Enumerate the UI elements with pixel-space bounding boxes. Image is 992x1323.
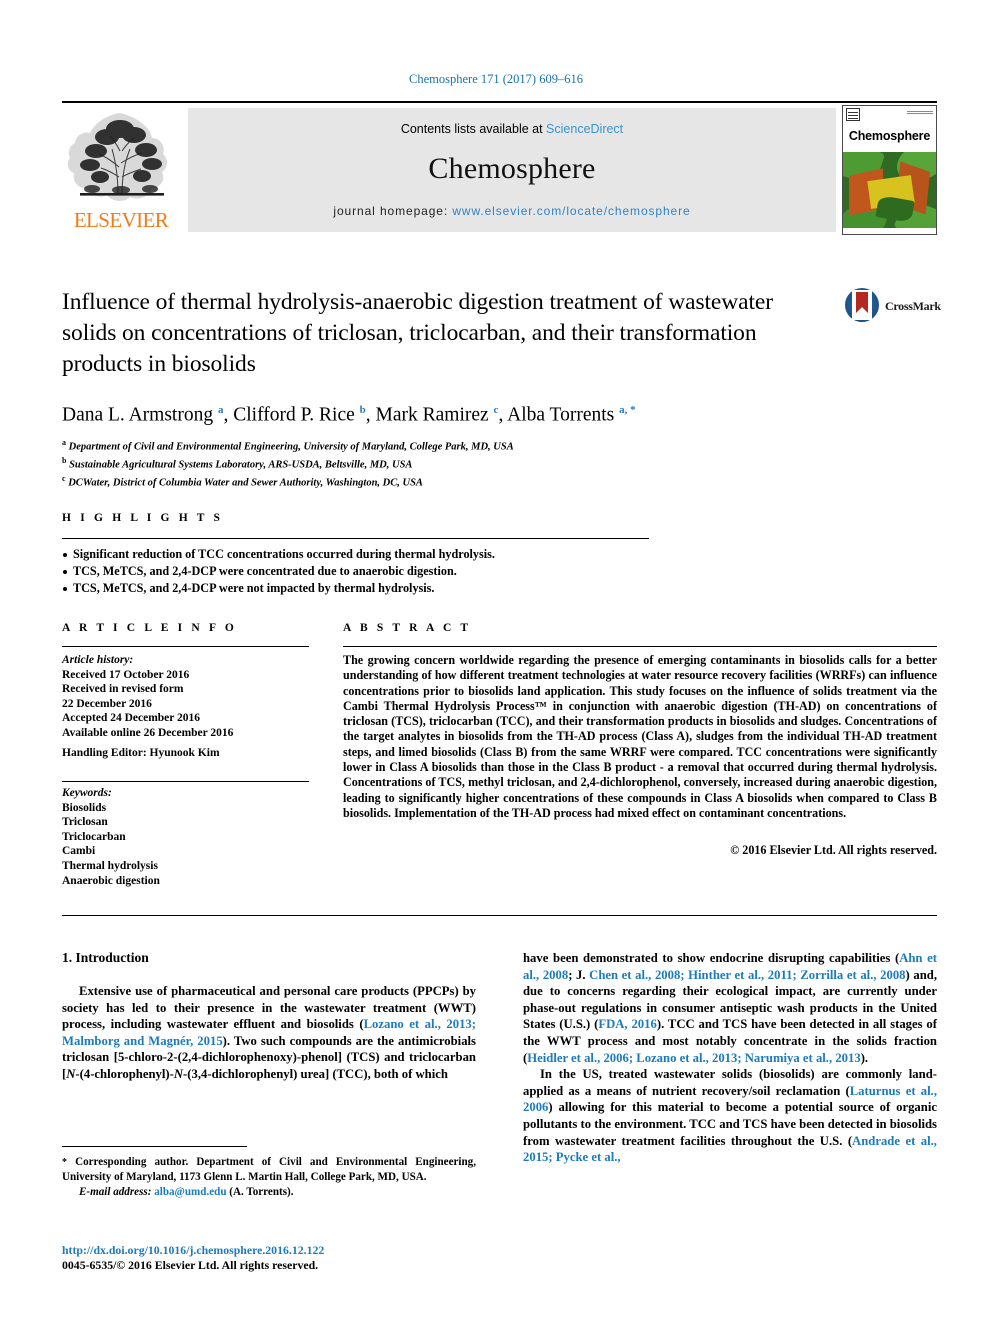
cover-publisher-mark-icon: [846, 108, 860, 121]
email-note: E-mail address: alba@umd.edu (A. Torrent…: [62, 1185, 476, 1199]
keyword-item: Cambi: [62, 845, 96, 858]
article-history-label: Article history:: [62, 654, 134, 666]
body-column-left: 1. Introduction Extensive use of pharmac…: [62, 950, 476, 1083]
running-head: Chemosphere 171 (2017) 609–616: [409, 72, 583, 86]
article-info-rule: [62, 646, 309, 648]
doi-link[interactable]: http://dx.doi.org/10.1016/j.chemosphere.…: [62, 1243, 324, 1258]
affiliation-item: a Department of Civil and Environmental …: [62, 436, 822, 454]
keywords-block: Keywords: Biosolids Triclosan Triclocarb…: [62, 786, 312, 888]
corresponding-author-note: * Corresponding author. Department of Ci…: [62, 1156, 476, 1184]
article-history-line: Received in revised form: [62, 683, 184, 696]
journal-homepage-link[interactable]: www.elsevier.com/locate/chemosphere: [452, 204, 690, 218]
author-list: Dana L. Armstrong a, Clifford P. Rice b,…: [62, 404, 636, 426]
title-block: Influence of thermal hydrolysis-anaerobi…: [62, 287, 822, 490]
keywords-rule: [62, 781, 309, 783]
abstract-text: The growing concern worldwide regarding …: [343, 653, 937, 820]
keyword-item: Thermal hydrolysis: [62, 859, 158, 872]
abstract-copyright: © 2016 Elsevier Ltd. All rights reserved…: [730, 843, 937, 857]
journal-cover-thumbnail: Chemosphere: [842, 105, 937, 235]
body-separator-rule: [62, 915, 937, 917]
contents-available-prefix: Contents lists available at: [400, 122, 547, 136]
footnote-block: * Corresponding author. Department of Ci…: [62, 1155, 476, 1199]
list-item: TCS, MeTCS, and 2,4-DCP were not impacte…: [62, 580, 662, 597]
affiliation-item: b Sustainable Agricultural Systems Labor…: [62, 454, 822, 472]
keywords-label: Keywords:: [62, 787, 112, 799]
cover-topbar: [843, 106, 936, 122]
intro-paragraph-right-2: In the US, treated wastewater solids (bi…: [523, 1067, 937, 1165]
abstract-heading: A B S T R A C T: [343, 622, 472, 634]
contents-available-line: Contents lists available at ScienceDirec…: [188, 122, 836, 136]
affiliation-marker: b: [62, 455, 67, 465]
section-heading-introduction: 1. Introduction: [62, 950, 149, 965]
list-item: TCS, MeTCS, and 2,4-DCP were concentrate…: [62, 563, 662, 580]
article-info-heading: A R T I C L E I N F O: [62, 622, 237, 634]
footnote-rule: [62, 1146, 247, 1147]
article-history-line: 22 December 2016: [62, 697, 152, 710]
article-history-line: Available online 26 December 2016: [62, 726, 234, 739]
affiliation-text: Sustainable Agricultural Systems Laborat…: [69, 459, 413, 470]
keyword-item: Biosolids: [62, 801, 107, 814]
article-history-line: Accepted 24 December 2016: [62, 712, 201, 725]
elsevier-logo: ELSEVIER: [62, 107, 180, 233]
page-title: Influence of thermal hydrolysis-anaerobi…: [62, 289, 773, 377]
cover-journal-title: Chemosphere: [848, 129, 931, 143]
body-column-right: have been demonstrated to show endocrine…: [523, 950, 937, 1166]
affiliation-text: DCWater, District of Columbia Water and …: [68, 477, 423, 488]
elsevier-wordmark: ELSEVIER: [73, 208, 169, 232]
intro-paragraph-right-1: have been demonstrated to show endocrine…: [523, 951, 937, 1065]
affiliation-list: a Department of Civil and Environmental …: [62, 436, 822, 490]
article-history-line: Received 17 October 2016: [62, 668, 190, 681]
crossmark-badge[interactable]: CrossMark: [845, 288, 941, 322]
crossmark-circle-icon: [845, 288, 879, 322]
journal-article-page: Chemosphere 171 (2017) 609–616 ELSEVIER …: [0, 0, 992, 1323]
highlights-rule: [62, 538, 649, 540]
list-item: Significant reduction of TCC concentrati…: [62, 546, 662, 563]
highlights-list: Significant reduction of TCC concentrati…: [62, 546, 662, 597]
journal-title: Chemosphere: [428, 152, 596, 185]
keyword-item: Anaerobic digestion: [62, 874, 160, 887]
masthead-center-panel: Contents lists available at ScienceDirec…: [188, 108, 836, 232]
affiliation-marker: a: [62, 437, 66, 447]
keyword-item: Triclocarban: [62, 830, 126, 843]
highlights-heading: H I G H L I G H T S: [62, 512, 224, 524]
keyword-item: Triclosan: [62, 816, 108, 829]
cover-issue-mark-icon: [907, 110, 933, 114]
abstract-rule: [343, 646, 937, 648]
affiliation-item: c DCWater, District of Columbia Water an…: [62, 472, 822, 490]
sciencedirect-link[interactable]: ScienceDirect: [546, 122, 623, 136]
journal-homepage-line: journal homepage: www.elsevier.com/locat…: [188, 204, 836, 218]
handling-editor: Handling Editor: Hyunook Kim: [62, 747, 220, 759]
masthead-top-rule: [62, 101, 937, 103]
email-label: E-mail address:: [79, 1185, 152, 1198]
crossmark-label: CrossMark: [885, 299, 941, 313]
affiliation-text: Department of Civil and Environmental En…: [68, 441, 514, 452]
email-suffix: (A. Torrents).: [229, 1185, 294, 1198]
journal-masthead: ELSEVIER Contents lists available at Sci…: [62, 101, 937, 235]
issn-copyright-line: 0045-6535/© 2016 Elsevier Ltd. All right…: [62, 1258, 319, 1272]
cover-artwork: [843, 152, 936, 228]
intro-paragraph-left: Extensive use of pharmaceutical and pers…: [62, 984, 476, 1081]
article-history: Article history: Received 17 October 201…: [62, 653, 312, 741]
email-link[interactable]: alba@umd.edu: [154, 1186, 226, 1198]
affiliation-marker: c: [62, 473, 66, 483]
journal-homepage-label: journal homepage:: [333, 204, 453, 218]
